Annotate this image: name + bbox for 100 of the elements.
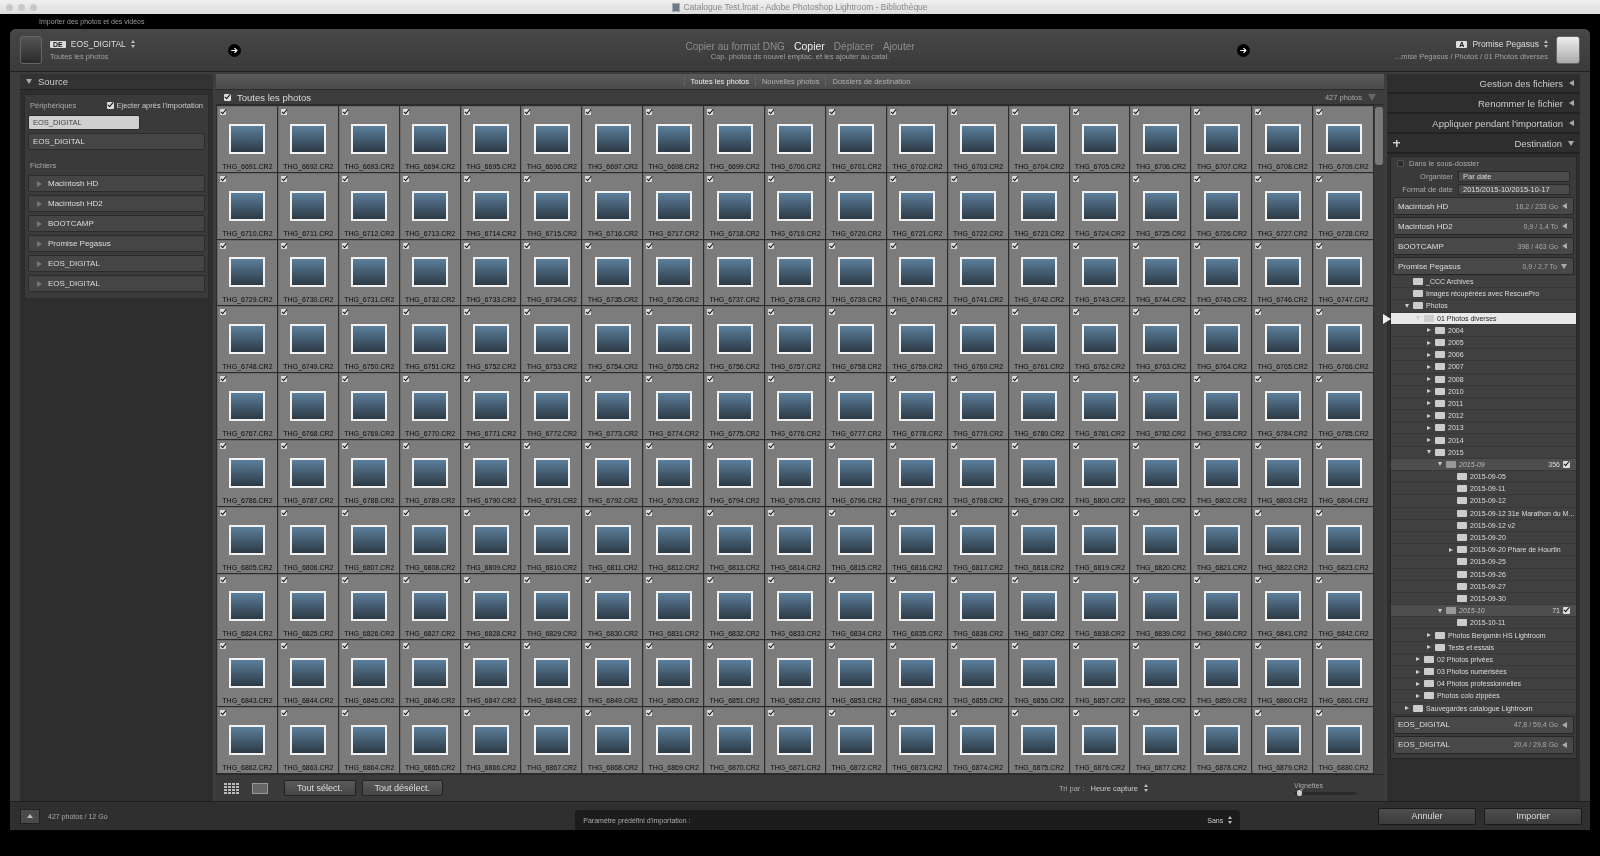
panel-title[interactable]: Renommer le fichier <box>1478 97 1563 109</box>
volume-name[interactable]: EOS_DIGITAL <box>48 279 100 288</box>
checkbox[interactable] <box>646 109 653 115</box>
checkbox[interactable] <box>1255 576 1262 583</box>
checkbox[interactable] <box>280 242 287 249</box>
checkbox[interactable] <box>1133 576 1140 583</box>
checkbox[interactable] <box>585 643 592 650</box>
checkbox[interactable] <box>341 242 348 249</box>
deselect-all-button[interactable]: Tout désélect. <box>361 780 444 796</box>
checkbox[interactable] <box>463 175 470 182</box>
checkbox[interactable] <box>1316 242 1323 249</box>
checkbox[interactable] <box>1133 643 1140 650</box>
checkbox[interactable] <box>1011 576 1018 583</box>
checkbox[interactable] <box>585 309 592 316</box>
checkbox[interactable] <box>828 443 835 449</box>
checkbox[interactable] <box>1563 607 1570 615</box>
expand-up-button[interactable] <box>20 808 40 824</box>
triangle-icon[interactable] <box>1561 263 1567 269</box>
slider-thumb[interactable] <box>1297 789 1303 796</box>
checkbox[interactable] <box>1194 109 1201 115</box>
checkbox[interactable] <box>220 175 226 182</box>
checkbox[interactable] <box>1316 109 1323 115</box>
checkbox[interactable] <box>889 509 896 516</box>
checkbox[interactable] <box>1072 710 1079 717</box>
checkbox[interactable] <box>1194 443 1201 449</box>
checkbox[interactable] <box>524 242 531 249</box>
checkbox[interactable] <box>1255 309 1262 316</box>
checkbox[interactable] <box>707 710 714 717</box>
checkbox[interactable] <box>463 509 470 516</box>
volume-name[interactable]: BOOTCAMP <box>48 219 94 228</box>
source-device-selector[interactable]: EOS_DIGITAL <box>70 39 126 49</box>
checkbox[interactable] <box>1133 309 1140 316</box>
checkbox[interactable] <box>402 509 409 516</box>
checkbox[interactable] <box>524 443 531 449</box>
checkbox[interactable] <box>707 109 714 115</box>
checkbox[interactable] <box>524 576 531 583</box>
checkbox[interactable] <box>1316 309 1323 316</box>
checkbox[interactable] <box>1255 509 1262 516</box>
volume-name[interactable]: Promise Pegasus <box>48 239 111 248</box>
checkbox[interactable] <box>341 509 348 516</box>
checkbox[interactable] <box>1255 643 1262 650</box>
checkbox[interactable] <box>1194 242 1201 249</box>
checkbox[interactable] <box>950 576 957 583</box>
checkbox[interactable] <box>402 242 409 249</box>
checkbox[interactable] <box>585 242 592 249</box>
checkbox[interactable] <box>707 242 714 249</box>
checkbox[interactable] <box>828 309 835 316</box>
checkbox[interactable] <box>1133 242 1140 249</box>
checkbox[interactable] <box>1072 643 1079 650</box>
checkbox[interactable] <box>1011 175 1018 182</box>
triangle-icon[interactable] <box>1562 721 1567 728</box>
checkbox[interactable] <box>950 643 957 650</box>
checkbox[interactable] <box>768 376 775 383</box>
checkbox[interactable] <box>1255 109 1262 115</box>
checkbox[interactable] <box>341 576 348 583</box>
checkbox[interactable] <box>341 376 348 383</box>
checkbox[interactable] <box>463 443 470 449</box>
checkbox[interactable] <box>463 376 470 383</box>
volume-name[interactable]: Macintosh HD <box>48 179 99 188</box>
checkbox[interactable] <box>1072 309 1079 316</box>
cancel-button[interactable]: Annuler <box>1378 807 1476 825</box>
checkbox[interactable] <box>341 309 348 316</box>
checkbox[interactable] <box>1194 710 1201 717</box>
checkbox[interactable] <box>646 309 653 316</box>
checkbox[interactable] <box>524 109 531 115</box>
checkbox[interactable] <box>1316 175 1323 182</box>
checkbox[interactable] <box>707 443 714 449</box>
panel-title[interactable]: Destination <box>1514 137 1562 149</box>
checkbox[interactable] <box>341 710 348 717</box>
checkbox[interactable] <box>1072 175 1079 182</box>
checkbox[interactable] <box>950 443 957 449</box>
volume-name[interactable]: EOS_DIGITAL <box>48 259 100 268</box>
checkbox[interactable] <box>950 309 957 316</box>
checkbox[interactable] <box>1194 643 1201 650</box>
checkbox[interactable] <box>950 509 957 516</box>
checkbox[interactable] <box>341 175 348 182</box>
checkbox[interactable] <box>707 509 714 516</box>
checkbox[interactable] <box>402 109 409 115</box>
checkbox[interactable] <box>1072 576 1079 583</box>
import-mode-tab[interactable]: Copier <box>793 39 825 52</box>
triangle-icon[interactable] <box>1562 243 1567 249</box>
checkbox[interactable] <box>889 175 896 182</box>
checkbox[interactable] <box>768 443 775 449</box>
checkbox[interactable] <box>828 109 835 115</box>
import-mode-tab[interactable]: Déplacer <box>833 40 874 52</box>
panel-title[interactable]: Appliquer pendant l'importation <box>1432 117 1563 129</box>
checkbox[interactable] <box>950 376 957 383</box>
checkbox[interactable] <box>341 443 348 449</box>
checkbox[interactable] <box>524 710 531 717</box>
checkbox[interactable] <box>463 309 470 316</box>
checkbox[interactable] <box>280 109 287 115</box>
checkbox[interactable] <box>585 576 592 583</box>
checkbox[interactable] <box>1072 376 1079 383</box>
checkbox[interactable] <box>1011 443 1018 449</box>
checkbox[interactable] <box>280 443 287 449</box>
checkbox[interactable] <box>646 576 653 583</box>
checkbox[interactable] <box>1072 109 1079 115</box>
checkbox[interactable] <box>341 643 348 650</box>
checkbox[interactable] <box>463 710 470 717</box>
checkbox[interactable] <box>1563 460 1570 468</box>
